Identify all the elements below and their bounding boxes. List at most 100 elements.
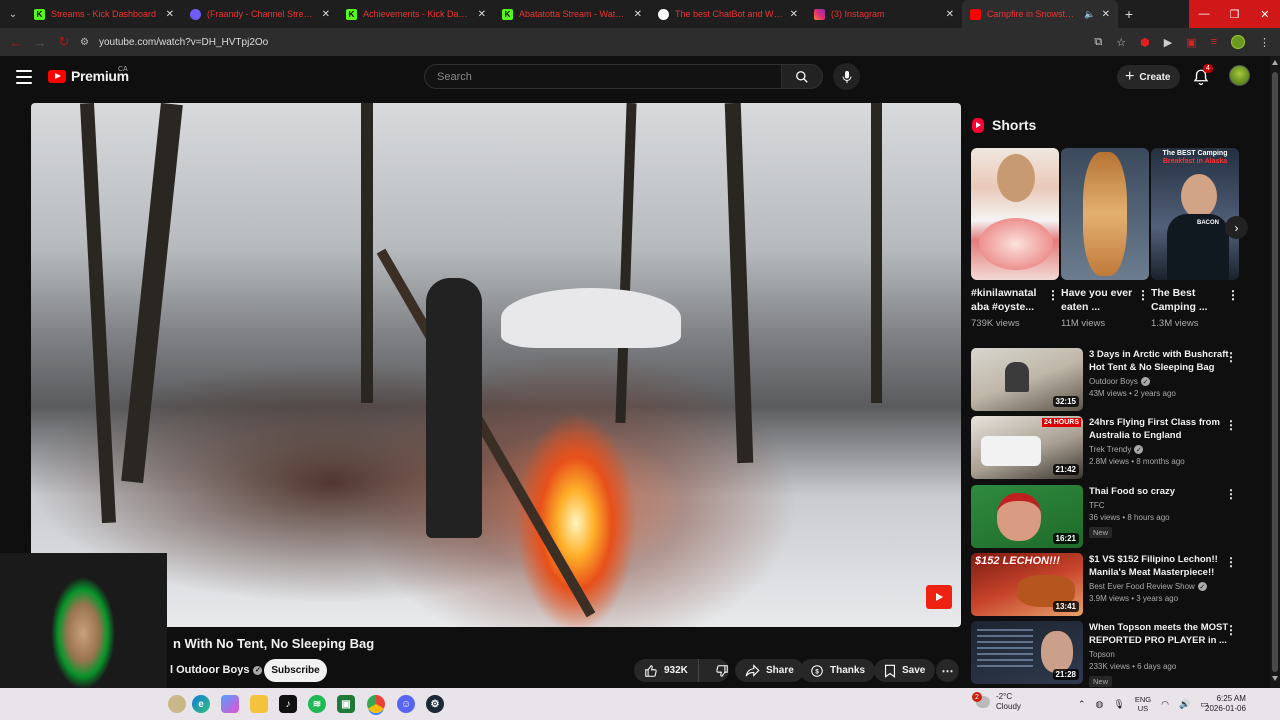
thanks-button[interactable]: $ Thanks: [800, 659, 876, 682]
more-vert-icon[interactable]: ⋮: [1225, 555, 1237, 569]
chevron-up-icon[interactable]: ⌃: [1078, 699, 1086, 710]
video-channel[interactable]: Trek Trendy ✓: [1089, 445, 1229, 454]
video-channel[interactable]: Topson: [1089, 650, 1229, 659]
file-explorer-icon[interactable]: [250, 695, 268, 713]
close-icon[interactable]: ✕: [790, 9, 798, 20]
more-vert-icon[interactable]: ⋮: [1137, 288, 1149, 302]
new-tab-button[interactable]: +: [1118, 6, 1140, 22]
recommended-video[interactable]: 21:28 When Topson meets the MOST REPORTE…: [971, 621, 1251, 687]
tab-channel-streams[interactable]: (Fraandy - Channel Streams on ✕: [182, 0, 338, 28]
install-app-icon[interactable]: ⧉: [1094, 36, 1102, 49]
reload-button[interactable]: ↻: [52, 34, 76, 50]
short-thumbnail[interactable]: The BEST Camping Breakfast in Alaska BAC…: [1151, 148, 1239, 280]
microphone-tray-icon[interactable]: 🎙: [1113, 699, 1124, 710]
close-icon[interactable]: ✕: [166, 9, 174, 20]
short-thumbnail[interactable]: [971, 148, 1059, 280]
clock[interactable]: 6:25 AM 2026-01-06: [1205, 694, 1246, 714]
extension-icon[interactable]: ▣: [1186, 36, 1196, 49]
scroll-down-arrow-icon[interactable]: [1272, 676, 1278, 681]
tab-search-button[interactable]: ⌄: [0, 0, 26, 28]
network-tray-icon[interactable]: ◍: [1096, 699, 1104, 710]
video-title[interactable]: 24hrs Flying First Class from Australia …: [1089, 416, 1229, 442]
spotify-icon[interactable]: ≋: [308, 695, 326, 713]
scroll-thumb[interactable]: [1272, 72, 1278, 672]
like-button[interactable]: 932K: [634, 659, 699, 682]
site-info-icon[interactable]: ⚙: [80, 37, 89, 48]
close-icon[interactable]: ✕: [634, 9, 642, 20]
channel-link[interactable]: l Outdoor Boys ✓: [170, 664, 263, 676]
recommended-video[interactable]: 24 HOURS 21:42 24hrs Flying First Class …: [971, 416, 1251, 480]
more-vert-icon[interactable]: ⋮: [1225, 418, 1237, 432]
share-button[interactable]: Share: [735, 659, 804, 682]
video-player[interactable]: [31, 103, 961, 627]
tab-kick-streams[interactable]: K Streams - Kick Dashboard ✕: [26, 0, 182, 28]
bookmark-star-icon[interactable]: ☆: [1116, 36, 1126, 49]
dislike-button[interactable]: [705, 659, 739, 682]
scroll-up-arrow-icon[interactable]: [1272, 60, 1278, 65]
search-button[interactable]: [781, 64, 823, 89]
video-title[interactable]: $1 VS $152 Filipino Lechon!! Manila's Me…: [1089, 553, 1229, 579]
tab-kick-achievements[interactable]: K Achievements - Kick Dashboard ✕: [338, 0, 494, 28]
video-title[interactable]: 3 Days in Arctic with Bushcraft Hot Tent…: [1089, 348, 1229, 374]
discord-icon[interactable]: ☺: [397, 695, 415, 713]
video-channel[interactable]: Best Ever Food Review Show ✓: [1089, 582, 1229, 591]
close-icon[interactable]: ✕: [478, 9, 486, 20]
short-title[interactable]: The Best Camping ...: [1151, 286, 1223, 314]
volume-icon[interactable]: 🔊: [1179, 699, 1190, 710]
recommended-video[interactable]: 16:21 Thai Food so crazy TFC 36 views • …: [971, 485, 1251, 549]
video-thumbnail[interactable]: 24 HOURS 21:42: [971, 416, 1083, 479]
more-vert-icon[interactable]: ⋮: [1225, 487, 1237, 501]
back-button[interactable]: ←: [4, 35, 28, 50]
close-icon[interactable]: ✕: [1102, 9, 1110, 20]
wifi-icon[interactable]: ◠: [1161, 699, 1169, 710]
subscribe-button[interactable]: Subscribe: [264, 659, 327, 682]
menu-icon[interactable]: [16, 70, 32, 84]
tab-chatbot[interactable]: The best ChatBot and Widgets ✕: [650, 0, 806, 28]
more-actions-button[interactable]: ⋯: [936, 659, 959, 682]
video-thumbnail[interactable]: 21:28: [971, 621, 1083, 684]
omnibox[interactable]: ⚙ youtube.com/watch?v=DH_HVTpj2Oo: [80, 31, 1120, 53]
short-item[interactable]: #kinilawnatal aba #oyste... 739K views ⋮: [971, 148, 1059, 329]
more-vert-icon[interactable]: ⋮: [1227, 288, 1239, 302]
language-indicator[interactable]: ENG US: [1135, 695, 1151, 713]
save-button[interactable]: Save: [874, 659, 936, 682]
tab-youtube-active[interactable]: Campfire in Snowstorm 🔈 ✕: [962, 0, 1118, 28]
copilot-icon[interactable]: [221, 695, 239, 713]
video-thumbnail[interactable]: 32:15: [971, 348, 1083, 411]
voice-search-button[interactable]: [833, 63, 860, 90]
chrome-icon[interactable]: [367, 695, 385, 713]
create-button[interactable]: + Create: [1117, 65, 1181, 89]
video-channel[interactable]: TFC: [1089, 501, 1229, 510]
maximize-button[interactable]: ❐: [1219, 0, 1249, 28]
profile-avatar[interactable]: [1231, 35, 1245, 49]
edge-icon[interactable]: e: [192, 695, 210, 713]
steam-icon[interactable]: ⚙: [426, 695, 444, 713]
close-window-button[interactable]: ✕: [1250, 0, 1280, 28]
short-thumbnail[interactable]: [1061, 148, 1149, 280]
media-play-icon[interactable]: ▶: [1164, 36, 1172, 49]
short-item[interactable]: The BEST Camping Breakfast in Alaska BAC…: [1151, 148, 1239, 329]
browser-menu-icon[interactable]: ⋮: [1259, 36, 1270, 49]
extension-icon[interactable]: ≡: [1211, 36, 1217, 48]
youtube-premium-logo[interactable]: Premium: [48, 68, 129, 84]
close-icon[interactable]: ✕: [322, 9, 330, 20]
youtube-watermark-icon[interactable]: [926, 585, 952, 609]
tab-abatatotta-stream[interactable]: K Abatatotta Stream - Watch Live ✕: [494, 0, 650, 28]
video-title[interactable]: Thai Food so crazy: [1089, 485, 1229, 498]
forward-button[interactable]: →: [28, 35, 52, 50]
recommended-video[interactable]: $152 LECHON!!! 13:41 $1 VS $152 Filipino…: [971, 553, 1251, 617]
more-vert-icon[interactable]: ⋮: [1225, 350, 1237, 364]
speaker-icon[interactable]: 🔈: [1084, 9, 1095, 20]
tiktok-icon[interactable]: ♪: [279, 695, 297, 713]
media-app-icon[interactable]: ▣: [337, 695, 355, 713]
close-icon[interactable]: ✕: [946, 9, 954, 20]
video-channel[interactable]: Outdoor Boys ✓: [1089, 377, 1229, 386]
extension-icon[interactable]: ⬢: [1140, 36, 1150, 49]
tab-instagram[interactable]: (3) Instagram ✕: [806, 0, 962, 28]
url-text[interactable]: youtube.com/watch?v=DH_HVTpj2Oo: [99, 37, 268, 48]
more-vert-icon[interactable]: ⋮: [1047, 288, 1059, 302]
short-title[interactable]: Have you ever eaten ...: [1061, 286, 1133, 314]
recommended-video[interactable]: 32:15 3 Days in Arctic with Bushcraft Ho…: [971, 348, 1251, 412]
taskbar-app-icon[interactable]: [168, 695, 186, 713]
search-field[interactable]: [424, 64, 782, 89]
